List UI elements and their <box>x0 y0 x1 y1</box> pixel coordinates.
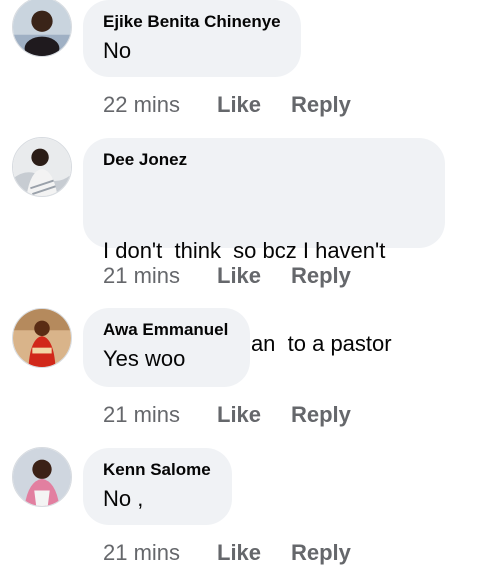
reply-button[interactable]: Reply <box>291 263 351 289</box>
like-button[interactable]: Like <box>217 402 261 428</box>
reply-button[interactable]: Reply <box>291 402 351 428</box>
comment-text: No , <box>103 486 144 511</box>
like-button[interactable]: Like <box>217 92 261 118</box>
reply-button[interactable]: Reply <box>291 92 351 118</box>
comment-bubble: Kenn Salome No , <box>83 448 232 525</box>
reply-button[interactable]: Reply <box>291 540 351 566</box>
comment-timestamp[interactable]: 21 mins <box>103 402 180 428</box>
comment-text-line: I don't think so bcz I haven't <box>103 238 386 263</box>
comment-bubble: Awa Emmanuel Yes woo <box>83 308 250 387</box>
like-button[interactable]: Like <box>217 540 261 566</box>
comment-author[interactable]: Kenn Salome <box>103 460 212 480</box>
comment-text: No <box>103 38 132 63</box>
comment-timestamp[interactable]: 21 mins <box>103 540 180 566</box>
avatar[interactable] <box>12 137 72 197</box>
comment-bubble: Dee Jonez I don't think so bcz I haven't… <box>83 138 445 356</box>
comment-author[interactable]: Awa Emmanuel <box>103 320 230 340</box>
comment-author[interactable]: Ejike Benita Chinenye <box>103 12 281 32</box>
avatar[interactable] <box>12 0 72 57</box>
avatar[interactable] <box>12 447 72 507</box>
comment-timestamp[interactable]: 22 mins <box>103 92 180 118</box>
comment-author[interactable]: Dee Jonez <box>103 150 425 170</box>
avatar[interactable] <box>12 308 72 368</box>
comment-timestamp[interactable]: 21 mins <box>103 263 180 289</box>
comment-text: Yes woo <box>103 346 186 371</box>
comment-bubble: Ejike Benita Chinenye No <box>83 0 301 77</box>
like-button[interactable]: Like <box>217 263 261 289</box>
